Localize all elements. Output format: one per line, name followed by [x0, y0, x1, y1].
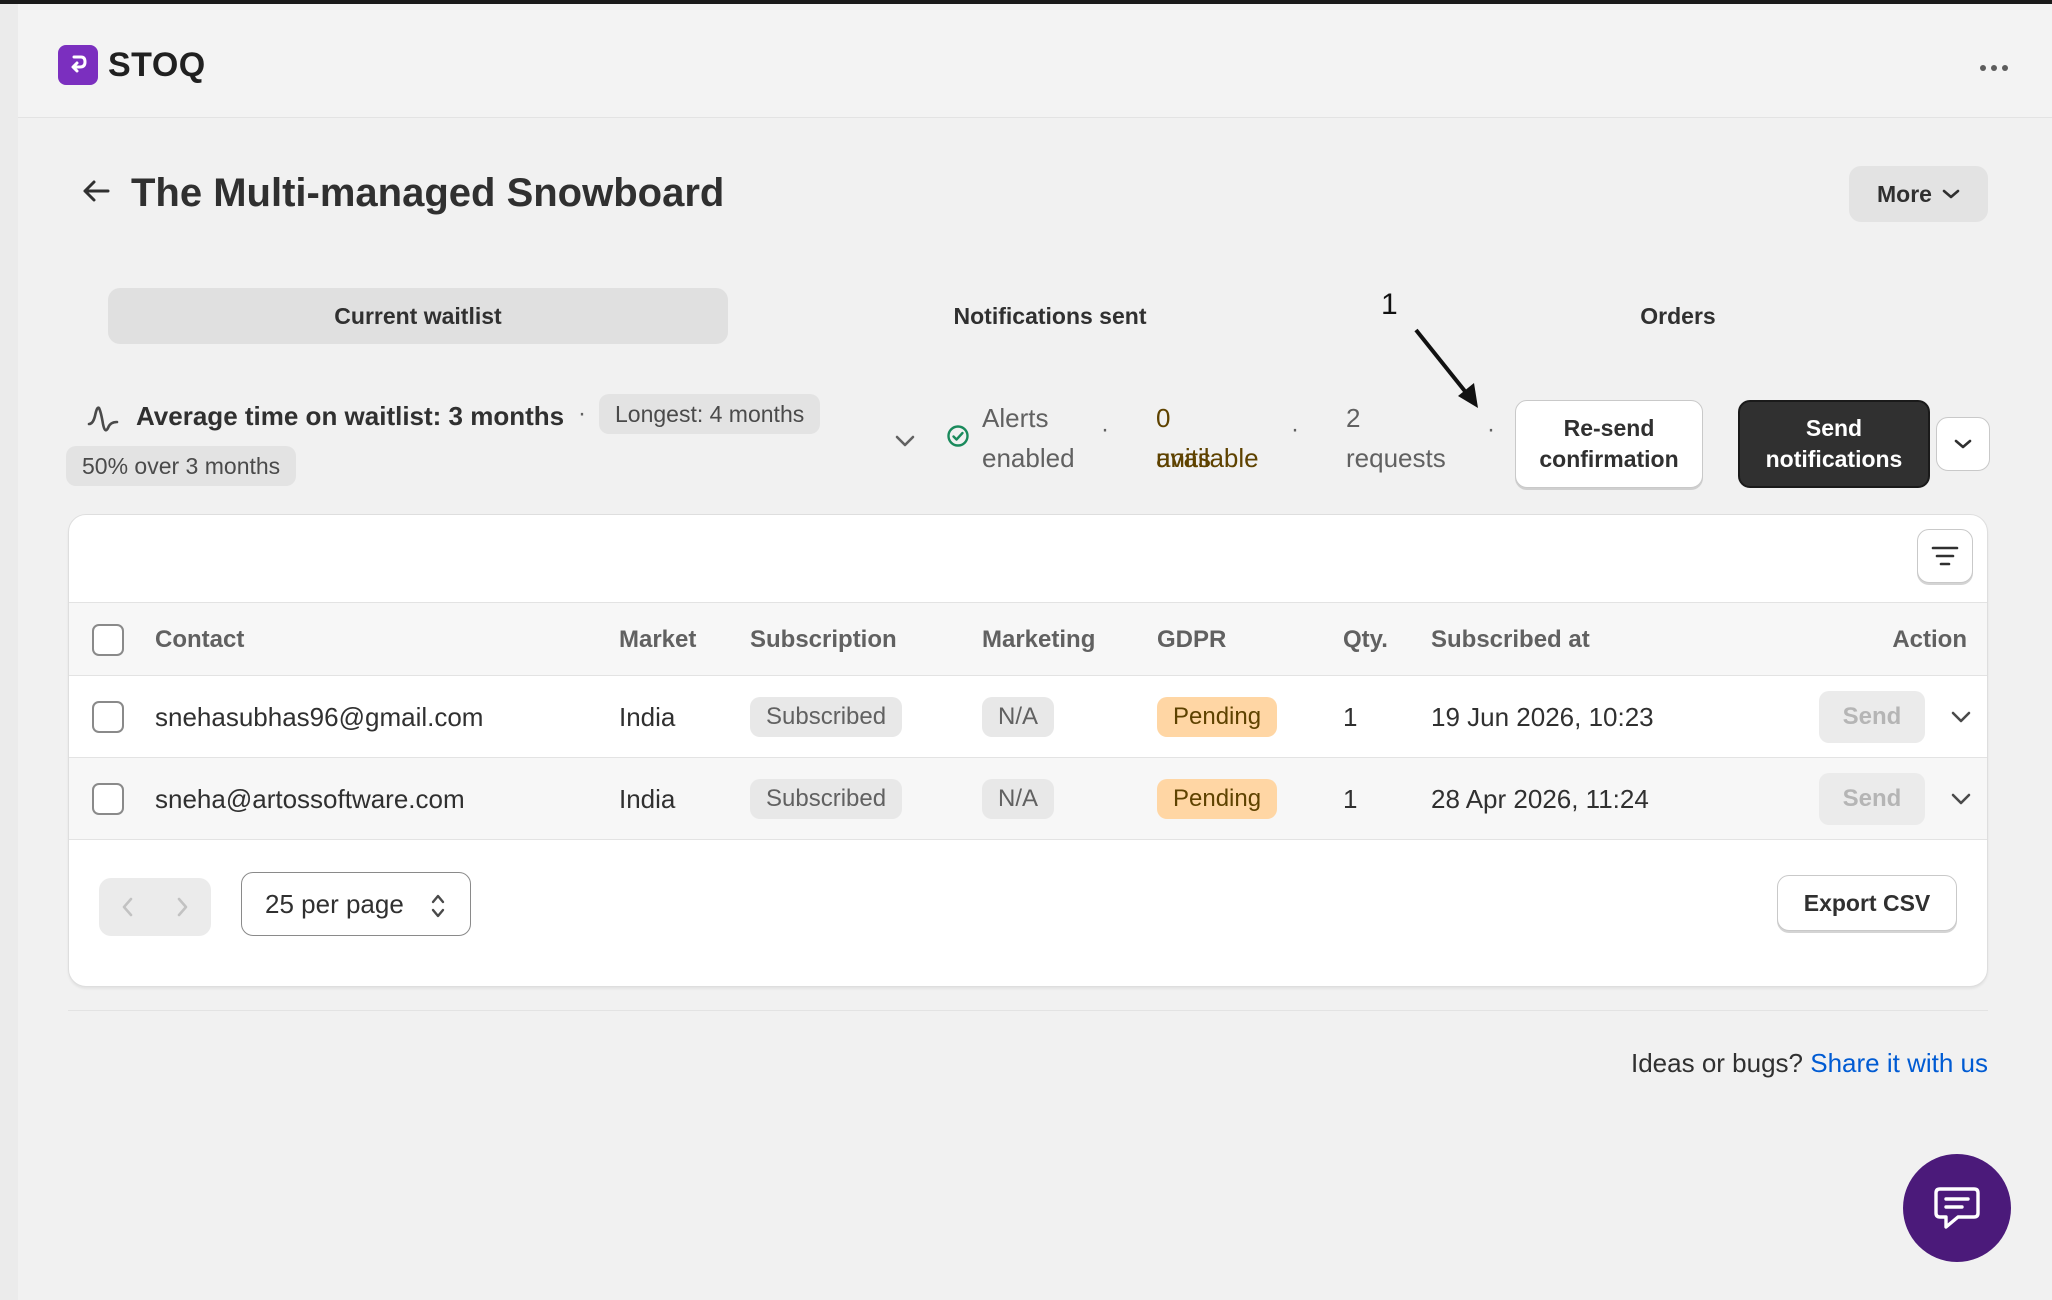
longest-pill: Longest: 4 months: [599, 394, 821, 434]
separator: ·: [578, 400, 586, 427]
column-subscribed-at: Subscribed at: [1431, 626, 1590, 653]
export-csv-button[interactable]: Export CSV: [1777, 875, 1957, 931]
average-time: Average time on waitlist: 3 months: [136, 401, 565, 431]
tab-current-waitlist[interactable]: Current waitlist: [108, 288, 728, 344]
requests-count-line2: requests: [1346, 443, 1446, 473]
column-action: Action: [1892, 626, 1967, 653]
brand-logo-icon: [58, 45, 98, 85]
contact-email: sneha@artossoftware.com: [155, 783, 465, 814]
brand-name: STOQ: [108, 45, 206, 84]
dots-icon[interactable]: [1972, 46, 2016, 90]
column-gdpr: GDPR: [1157, 626, 1227, 653]
chevron-down-icon[interactable]: [894, 434, 916, 448]
table-header: Contact Market Subscription Marketing GD…: [69, 602, 1987, 676]
column-subscription: Subscription: [750, 626, 897, 653]
tab-notifications-sent[interactable]: Notifications sent: [740, 288, 1360, 344]
chevron-right-icon[interactable]: [155, 878, 211, 936]
feedback-link[interactable]: Share it with us: [1810, 1048, 1988, 1078]
resend-confirmation-button[interactable]: Re-send confirmation: [1515, 400, 1703, 488]
table-row[interactable]: sneha@artossoftware.com India Subscribed…: [69, 758, 1987, 840]
back-arrow-icon[interactable]: [76, 171, 116, 211]
chevron-down-icon[interactable]: [1945, 783, 1977, 815]
gdpr-badge: Pending: [1157, 779, 1278, 819]
requests-count-line1: 2: [1346, 403, 1361, 433]
main-page: The Multi-managed Snowboard More Current…: [18, 118, 2052, 1300]
per-page-value: 25 per page: [265, 888, 404, 919]
subscription-badge: Subscribed: [750, 779, 903, 819]
send-label-line1: Send: [1805, 415, 1863, 441]
send-options-button[interactable]: [1936, 417, 1990, 471]
select-arrows-icon: [431, 894, 445, 918]
send-label-line2: notifications: [1765, 446, 1903, 472]
tabs: Current waitlist Notifications sent Orde…: [90, 288, 1988, 344]
send-notifications-button[interactable]: Send notifications: [1738, 400, 1930, 488]
pagination: [99, 878, 211, 936]
more-button-label: More: [1877, 180, 1932, 207]
quantity: 1: [1343, 701, 1358, 732]
column-qty: Qty.: [1343, 626, 1388, 653]
subscribed-at: 19 Jun 2026, 10:23: [1431, 701, 1654, 732]
filter-button[interactable]: [1917, 529, 1973, 583]
quantity: 1: [1343, 783, 1358, 814]
brand[interactable]: STOQ: [58, 45, 206, 85]
left-strip: [0, 4, 18, 1300]
more-button[interactable]: More: [1849, 166, 1988, 222]
chevron-left-icon[interactable]: [99, 878, 155, 936]
chat-icon: [1934, 1187, 1980, 1229]
marketing-badge: N/A: [982, 779, 1055, 819]
column-marketing: Marketing: [982, 626, 1096, 653]
feedback-text: Ideas or bugs?: [1631, 1048, 1804, 1078]
resend-label-line1: Re-send: [1563, 415, 1655, 441]
row-checkbox[interactable]: [92, 701, 124, 733]
annotation-arrow: [1414, 328, 1478, 408]
gdpr-badge: Pending: [1157, 697, 1278, 737]
activity-icon: [87, 406, 119, 432]
column-contact: Contact: [155, 626, 245, 653]
alerts-status-line1: Alerts: [982, 403, 1049, 433]
market: India: [619, 701, 676, 732]
page-title: The Multi-managed Snowboard: [131, 171, 725, 215]
chevron-down-icon[interactable]: [1945, 701, 1977, 733]
separator: ·: [1487, 416, 1495, 443]
annotation-number: 1: [1381, 288, 1398, 321]
separator: ·: [1291, 416, 1299, 443]
subscription-badge: Subscribed: [750, 697, 903, 737]
alerts-status-line2: enabled: [982, 443, 1075, 473]
waitlist-card: Contact Market Subscription Marketing GD…: [68, 514, 1988, 987]
units-available-line2: available: [1156, 443, 1259, 473]
send-row-button[interactable]: Send: [1819, 773, 1925, 825]
app-bar: STOQ: [18, 4, 2052, 118]
column-market: Market: [619, 626, 697, 653]
feedback: Ideas or bugs? Share it with us: [1631, 1048, 1988, 1079]
select-all-checkbox[interactable]: [92, 624, 124, 656]
chevron-down-icon: [1942, 189, 1960, 199]
marketing-badge: N/A: [982, 697, 1055, 737]
filter-icon: [1931, 546, 1959, 566]
resend-label-line2: confirmation: [1539, 446, 1679, 472]
check-circle-icon: [947, 425, 969, 447]
send-row-button[interactable]: Send: [1819, 691, 1925, 743]
per-page-select[interactable]: 25 per page: [241, 872, 471, 936]
contact-email: snehasubhas96@gmail.com: [155, 701, 484, 732]
chat-button[interactable]: [1903, 1154, 2011, 1262]
chevron-down-icon: [1954, 439, 1972, 449]
row-checkbox[interactable]: [92, 783, 124, 815]
table-row[interactable]: snehasubhas96@gmail.com India Subscribed…: [69, 676, 1987, 758]
separator: ·: [1101, 416, 1109, 443]
market: India: [619, 783, 676, 814]
subscribed-at: 28 Apr 2026, 11:24: [1431, 783, 1649, 814]
over-pill: 50% over 3 months: [66, 446, 297, 486]
divider: [68, 1010, 1988, 1011]
